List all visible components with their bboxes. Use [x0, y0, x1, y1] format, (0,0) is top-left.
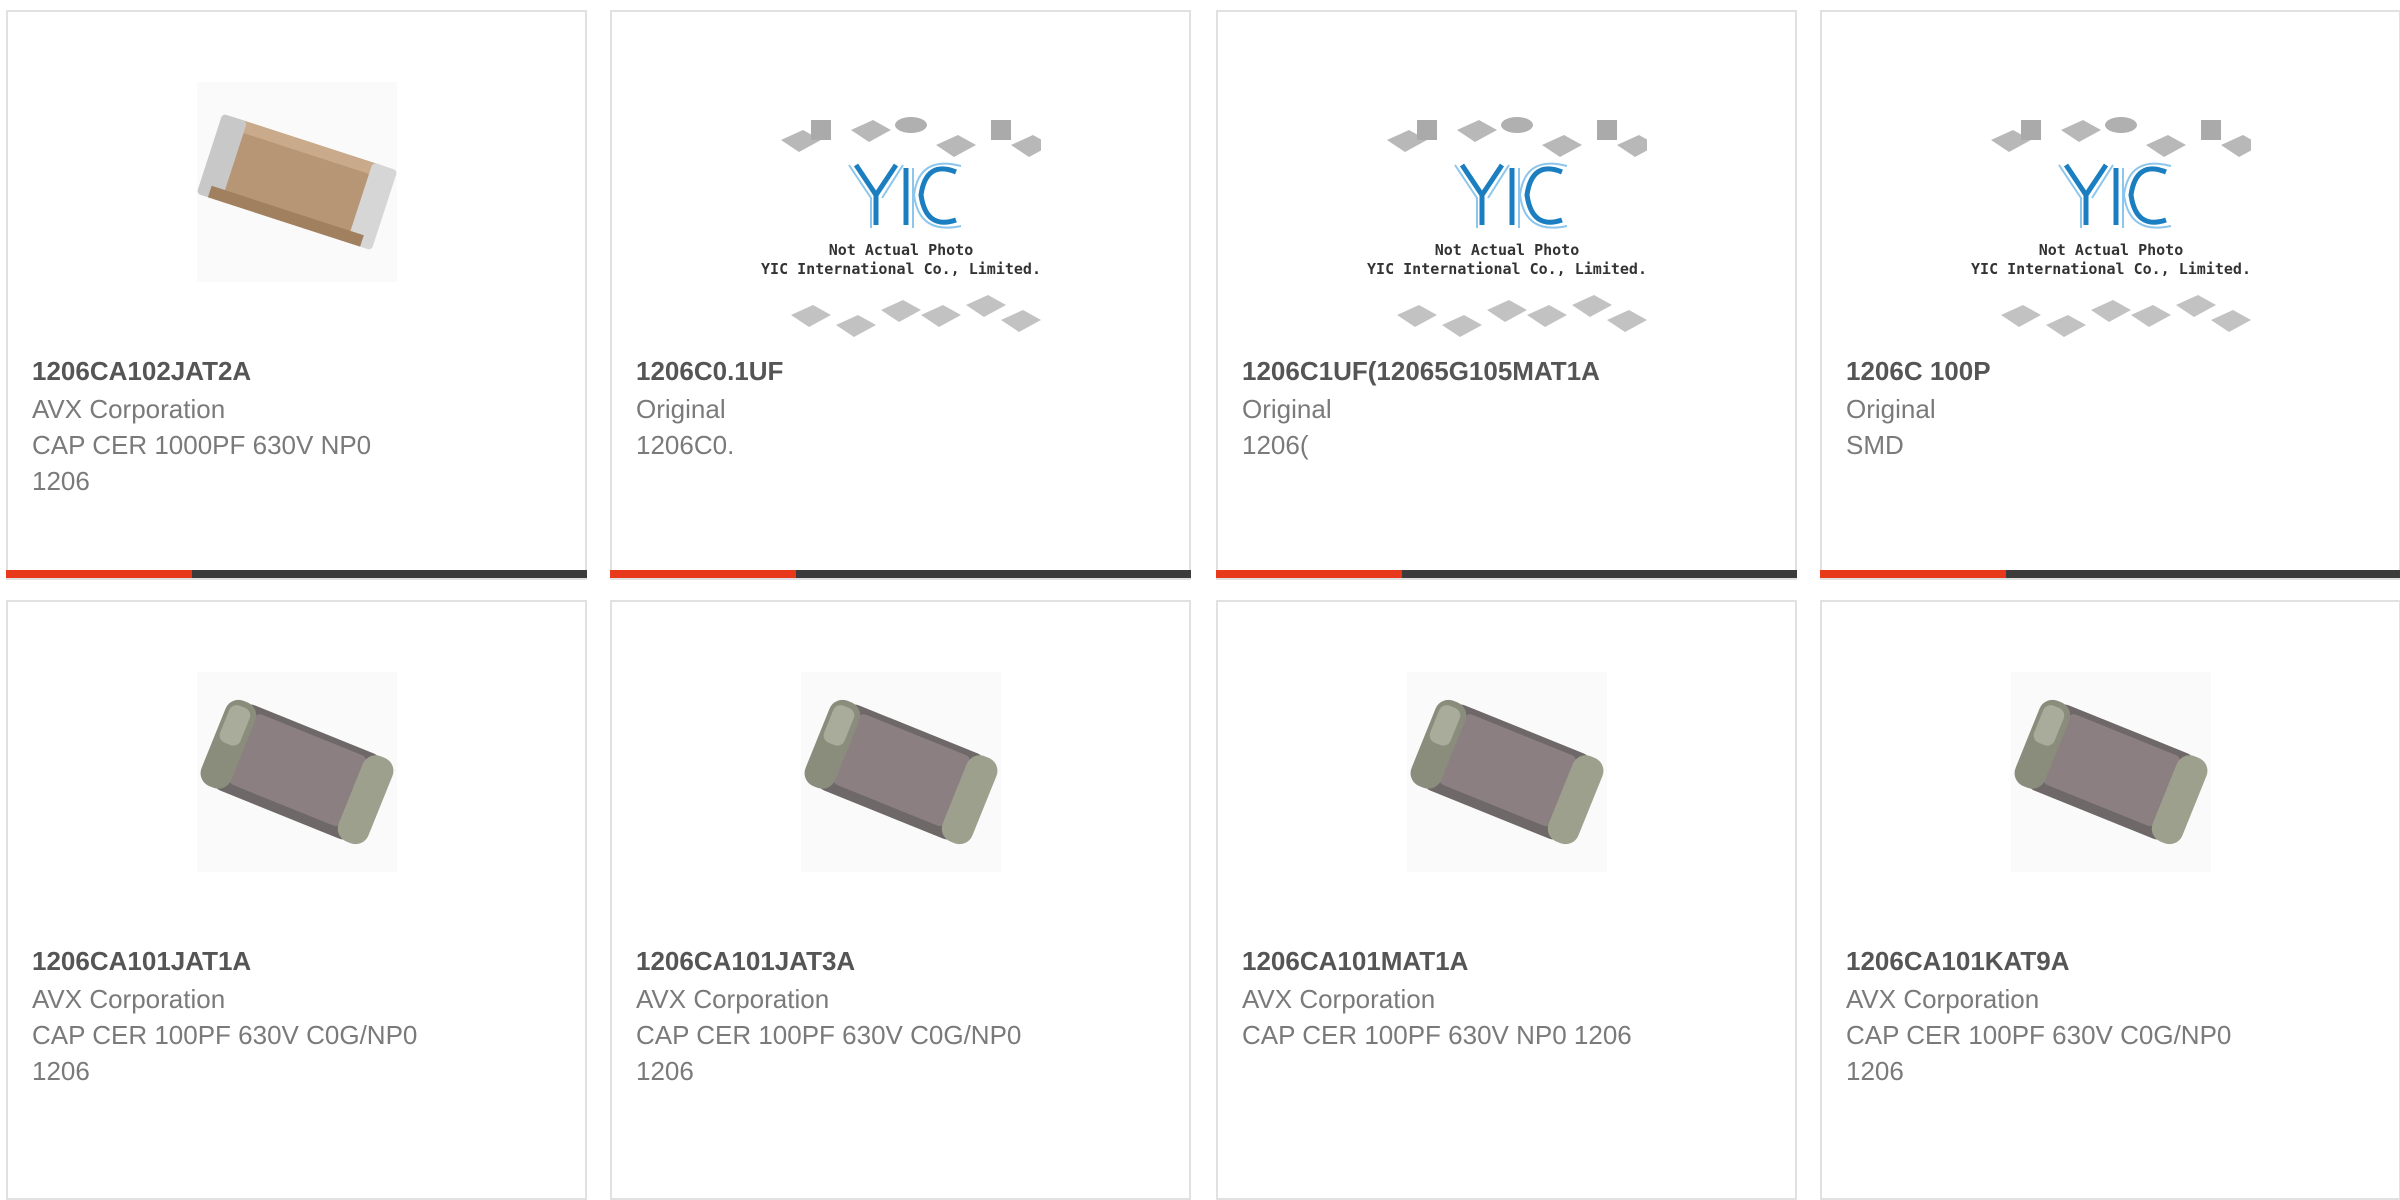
card-accent-bar [1820, 570, 2006, 578]
svg-text:YIC International Co., Limited: YIC International Co., Limited. [1367, 260, 1647, 278]
product-card[interactable]: 1206CA101JAT1A AVX Corporation CAP CER 100… [6, 600, 587, 1200]
product-description: 1206 [32, 1056, 90, 1086]
product-part-number[interactable]: 1206CA101MAT1A [1242, 946, 1775, 977]
product-part-number[interactable]: 1206CA102JAT2A [32, 356, 565, 387]
product-manufacturer: AVX Corporation [32, 394, 226, 424]
product-image[interactable] [196, 672, 397, 877]
not-actual-photo-image[interactable]: Not Actual Photo YIC International Co., … [1971, 100, 2261, 355]
product-description: 1206 [32, 466, 90, 496]
product-manufacturer: Original [1242, 394, 1332, 424]
card-accent-bar [6, 570, 192, 578]
card-bottom-bar [610, 570, 1191, 578]
product-description: 1206 [1846, 1056, 1904, 1086]
product-description: CAP CER 100PF 630V NP0 1206 [1242, 1020, 1632, 1050]
product-part-number[interactable]: 1206CA101JAT3A [636, 946, 1169, 977]
product-description: CAP CER 100PF 630V C0G/NP0 [1846, 1020, 2232, 1050]
product-card[interactable]: 1206CA101JAT3A AVX Corporation CAP CER 100… [610, 600, 1191, 1200]
card-accent-bar [610, 570, 796, 578]
product-grid: 1206CA102JAT2A AVX Corporation CAP CER 100… [0, 0, 2400, 1200]
product-part-number[interactable]: 1206C1UF(12065G105MAT1A [1242, 356, 1775, 387]
product-description: CAP CER 100PF 630V C0G/NP0 [32, 1020, 418, 1050]
product-card[interactable]: Not Actual Photo YIC International Co., … [610, 10, 1191, 580]
product-manufacturer: Original [1846, 394, 1936, 424]
product-part-number[interactable]: 1206C 100P [1846, 356, 2379, 387]
product-image[interactable] [196, 82, 397, 287]
card-accent-bar [1216, 570, 1402, 578]
card-bottom-bar [1820, 570, 2400, 578]
product-manufacturer: Original [636, 394, 726, 424]
product-manufacturer: AVX Corporation [32, 984, 226, 1014]
svg-text:YIC International Co., Limited: YIC International Co., Limited. [761, 260, 1041, 278]
product-manufacturer: AVX Corporation [636, 984, 830, 1014]
product-card[interactable]: 1206CA101MAT1A AVX Corporation CAP CER 100… [1216, 600, 1797, 1200]
not-actual-photo-image[interactable]: Not Actual Photo YIC International Co., … [1367, 100, 1657, 355]
card-bottom-bar [6, 570, 587, 578]
product-card[interactable]: Not Actual Photo YIC International Co., … [1216, 10, 1797, 580]
product-description: 1206( [1242, 430, 1309, 460]
product-card[interactable]: Not Actual Photo YIC International Co., … [1820, 10, 2400, 580]
not-actual-photo-label: Not Actual Photo [1434, 241, 1579, 259]
product-image[interactable] [800, 672, 1001, 877]
product-image[interactable] [1406, 672, 1607, 877]
product-part-number[interactable]: 1206CA101JAT1A [32, 946, 565, 977]
not-actual-photo-label: Not Actual Photo [828, 241, 973, 259]
card-bottom-bar [1216, 570, 1797, 578]
not-actual-photo-label: Not Actual Photo [2038, 241, 2183, 259]
product-manufacturer: AVX Corporation [1846, 984, 2040, 1014]
product-card[interactable]: 1206CA102JAT2A AVX Corporation CAP CER 100… [6, 10, 587, 580]
product-description: 1206 [636, 1056, 694, 1086]
product-image[interactable] [2010, 672, 2211, 877]
product-description: CAP CER 100PF 630V C0G/NP0 [636, 1020, 1022, 1050]
product-part-number[interactable]: 1206C0.1UF [636, 356, 1169, 387]
svg-text:YIC International Co., Limited: YIC International Co., Limited. [1971, 260, 2251, 278]
product-description: SMD [1846, 430, 1904, 460]
product-description: 1206C0. [636, 430, 735, 460]
not-actual-photo-image[interactable]: Not Actual Photo YIC International Co., … [761, 100, 1051, 355]
product-manufacturer: AVX Corporation [1242, 984, 1436, 1014]
product-card[interactable]: 1206CA101KAT9A AVX Corporation CAP CER 100… [1820, 600, 2400, 1200]
product-part-number[interactable]: 1206CA101KAT9A [1846, 946, 2379, 977]
product-description: CAP CER 1000PF 630V NP0 [32, 430, 372, 460]
